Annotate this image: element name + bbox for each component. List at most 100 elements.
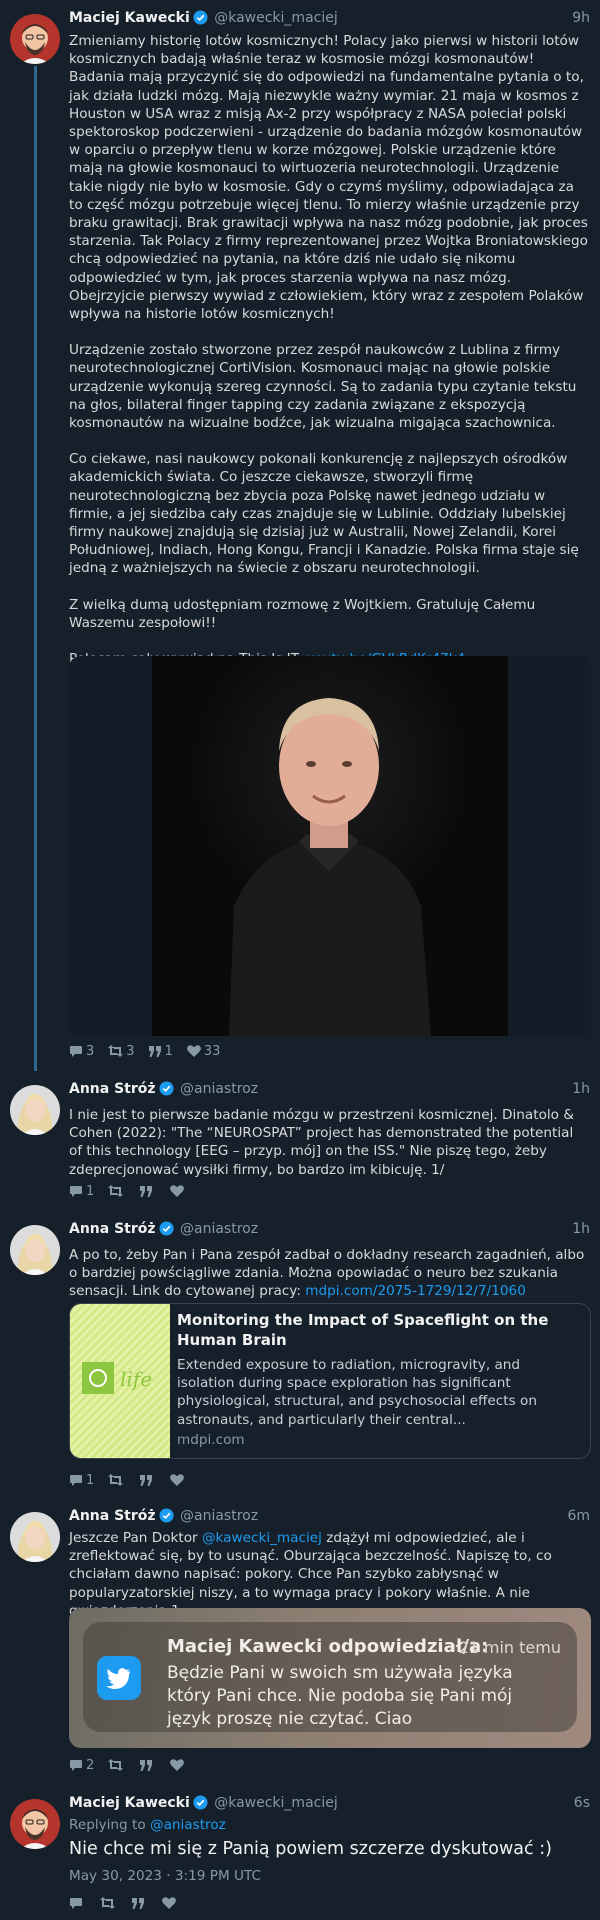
author-handle[interactable]: @aniastroz <box>180 1081 258 1097</box>
retweet-icon <box>108 1185 124 1197</box>
reply-button[interactable] <box>69 1897 86 1910</box>
tweet-text: Jeszcze Pan Doktor @kawecki_maciej zdąży… <box>69 1529 590 1620</box>
retweet-icon <box>100 1897 115 1909</box>
reply-count: 3 <box>86 1043 95 1059</box>
author-name[interactable]: Anna Stróż <box>69 1221 156 1237</box>
quote-count: 1 <box>164 1043 173 1059</box>
retweet-button[interactable] <box>108 1759 126 1771</box>
notification-title: Maciej Kawecki odpowiedział/a: <box>167 1636 489 1657</box>
tweet-time[interactable]: 1h <box>572 1081 590 1097</box>
reply-icon <box>70 1474 82 1486</box>
notification-time: 21 min temu <box>458 1638 561 1657</box>
tweet-reply: Anna Stróż @aniastroz 1h A po to, żeby P… <box>0 1211 600 1498</box>
retweet-icon <box>108 1045 124 1057</box>
reply-icon <box>70 1045 82 1057</box>
quote-button[interactable] <box>140 1759 156 1771</box>
tweet-actions: 3 3 1 33 <box>69 1043 234 1059</box>
tweet-reply: Anna Stróż @aniastroz 6m Jeszcze Pan Dok… <box>0 1498 600 1783</box>
retweet-button[interactable] <box>108 1185 126 1197</box>
tweet-text: Nie chce mi się z Panią powiem szczerze … <box>69 1839 552 1859</box>
tweet-photo[interactable]: Maciej Kawecki odpowiedział/a: 21 min te… <box>69 1608 591 1748</box>
tweet-time[interactable]: 9h <box>572 10 590 26</box>
retweet-count: 3 <box>126 1043 135 1059</box>
tweet-photo[interactable] <box>69 656 591 1036</box>
quote-button[interactable] <box>140 1185 156 1197</box>
reply-icon <box>70 1185 82 1197</box>
reply-button[interactable]: 1 <box>69 1473 94 1488</box>
tweet-actions: 1 <box>69 1472 201 1488</box>
heart-icon <box>170 1474 185 1486</box>
author-name[interactable]: Maciej Kawecki <box>69 1795 190 1811</box>
author-handle[interactable]: @aniastroz <box>180 1508 258 1524</box>
reply-button[interactable]: 1 <box>69 1184 94 1199</box>
avatar[interactable] <box>10 1799 60 1849</box>
quote-button[interactable]: 1 <box>148 1043 173 1059</box>
heart-icon <box>170 1759 185 1771</box>
replying-prefix: Replying to <box>69 1817 150 1833</box>
reply-button[interactable]: 2 <box>69 1758 94 1773</box>
mention-link[interactable]: @kawecki_maciej <box>202 1530 322 1546</box>
tweet-time[interactable]: 6s <box>574 1795 590 1811</box>
retweet-button[interactable] <box>100 1897 118 1909</box>
heart-icon <box>170 1185 185 1197</box>
notification-banner: Maciej Kawecki odpowiedział/a: 21 min te… <box>83 1622 577 1732</box>
like-button[interactable] <box>170 1759 187 1771</box>
quote-button[interactable] <box>132 1897 148 1909</box>
verified-icon <box>159 1081 174 1100</box>
quote-icon <box>140 1759 153 1771</box>
author-handle[interactable]: @aniastroz <box>180 1221 258 1237</box>
author-name[interactable]: Maciej Kawecki <box>69 10 190 26</box>
tweet-paragraph: Co ciekawe, nasi naukowcy pokonali konku… <box>69 451 579 577</box>
reply-button[interactable]: 3 <box>69 1044 94 1059</box>
tweet-paragraph: Urządzenie zostało stworzone przez zespó… <box>69 342 577 432</box>
card-thumb-label: life <box>120 1367 152 1391</box>
avatar[interactable] <box>10 14 60 64</box>
retweet-button[interactable] <box>108 1474 126 1486</box>
tweet-time[interactable]: 6m <box>567 1508 590 1524</box>
avatar[interactable] <box>10 1085 60 1135</box>
avatar[interactable] <box>10 1225 60 1275</box>
verified-icon <box>159 1508 174 1527</box>
tweet-text: A po to, żeby Pan i Pana zespół zadbał o… <box>69 1246 590 1301</box>
quote-icon <box>148 1045 161 1057</box>
replying-to-link[interactable]: @aniastroz <box>150 1817 226 1833</box>
tweet-text-content: Jeszcze Pan Doktor <box>69 1530 202 1546</box>
tweet-date[interactable]: May 30, 2023 · 3:19 PM UTC <box>69 1868 261 1884</box>
avatar[interactable] <box>10 1512 60 1562</box>
author-name[interactable]: Anna Stróż <box>69 1081 156 1097</box>
tweet-time[interactable]: 1h <box>572 1221 590 1237</box>
verified-icon <box>193 1795 208 1814</box>
paper-link[interactable]: mdpi.com/2075-1729/12/7/1060 <box>305 1283 526 1299</box>
notification-body: Będzie Pani w swoich sm używała języka k… <box>167 1663 513 1729</box>
retweet-icon <box>108 1759 124 1771</box>
tweet-focused: Maciej Kawecki @kawecki_maciej 6s Replyi… <box>0 1785 600 1920</box>
card-title[interactable]: Monitoring the Impact of Spaceflight on … <box>177 1310 582 1350</box>
quote-icon <box>132 1897 144 1909</box>
heart-icon <box>162 1897 176 1909</box>
author-name[interactable]: Anna Stróż <box>69 1508 156 1524</box>
author-handle[interactable]: @kawecki_maciej <box>214 10 338 26</box>
tweet-reply: Anna Stróż @aniastroz 1h I nie jest to p… <box>0 1071 600 1209</box>
quote-button[interactable] <box>140 1474 156 1486</box>
card-description: Extended exposure to radiation, microgra… <box>177 1357 537 1428</box>
quote-icon <box>140 1185 153 1197</box>
retweet-button[interactable]: 3 <box>108 1043 135 1059</box>
tweet-text: I nie jest to pierwsze badanie mózgu w p… <box>69 1107 574 1178</box>
link-card[interactable]: life Monitoring the Impact of Spacefligh… <box>69 1303 591 1459</box>
card-domain: mdpi.com <box>177 1432 245 1448</box>
reply-count: 1 <box>86 1183 95 1199</box>
like-button[interactable] <box>170 1185 187 1197</box>
tweet-actions: 2 <box>69 1757 201 1773</box>
twitter-app-icon <box>97 1656 141 1700</box>
reply-count: 1 <box>86 1472 95 1488</box>
tweet-paragraph: Z wielką dumą udostępniam rozmowę z Wojt… <box>69 596 536 631</box>
like-button[interactable] <box>170 1474 187 1486</box>
tweet-actions <box>69 1895 193 1911</box>
verified-icon <box>193 10 208 29</box>
card-thumbnail: life <box>70 1304 170 1458</box>
author-handle[interactable]: @kawecki_maciej <box>214 1795 338 1811</box>
like-button[interactable]: 33 <box>186 1044 220 1059</box>
heart-icon <box>186 1045 201 1057</box>
tweet-actions: 1 <box>69 1183 201 1199</box>
like-button[interactable] <box>162 1897 179 1909</box>
